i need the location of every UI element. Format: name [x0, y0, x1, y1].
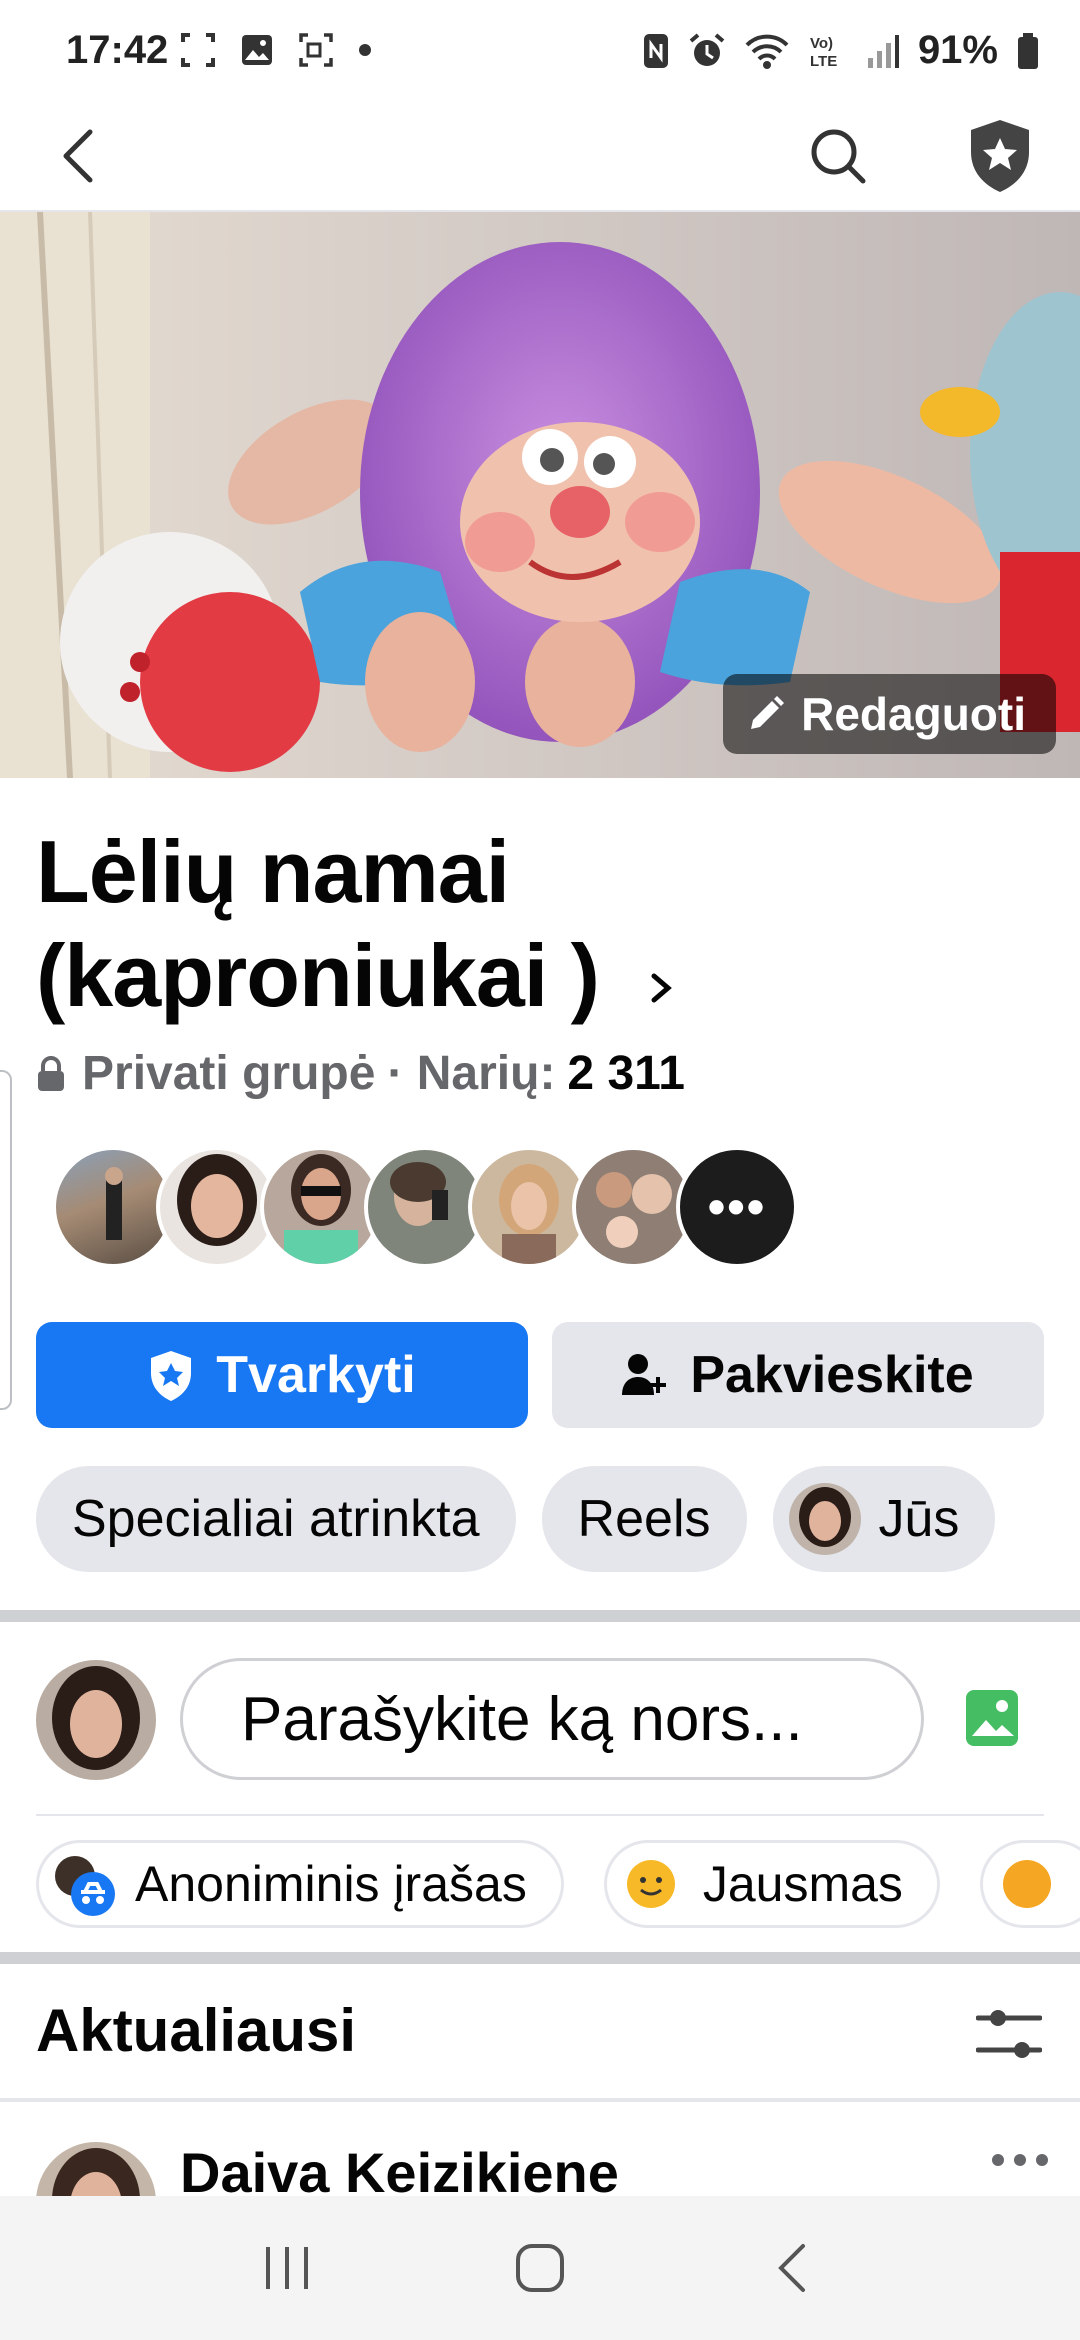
- filter-icon[interactable]: [976, 2006, 1042, 2062]
- smiley-icon: [617, 1850, 685, 1918]
- admin-shield-icon: [151, 1351, 192, 1401]
- post-composer-input[interactable]: Parašykite ką nors...: [180, 1658, 924, 1780]
- tab-label: Jūs: [878, 1490, 960, 1548]
- tab-label: Reels: [577, 1490, 711, 1548]
- avatar[interactable]: [36, 1660, 156, 1780]
- tab-you[interactable]: Jūs: [772, 1466, 996, 1572]
- wifi-icon: [745, 34, 789, 69]
- edit-cover-label: Redaguoti: [801, 688, 1026, 740]
- person-photo: [177, 1154, 257, 1246]
- admin-shield-icon: [971, 120, 1029, 192]
- more-composer-option[interactable]: [979, 1840, 1080, 1928]
- lock-icon: [38, 1055, 64, 1091]
- divider: [0, 2098, 1080, 2102]
- home-button[interactable]: [495, 2223, 585, 2313]
- alarm-icon: [689, 32, 725, 66]
- feeling-label: Jausmas: [702, 1856, 903, 1912]
- chevron-right-icon[interactable]: [646, 968, 676, 1008]
- system-navigation-bar: [0, 2196, 1080, 2340]
- recent-apps-button[interactable]: [242, 2223, 332, 2313]
- cover-photo[interactable]: Redaguoti: [0, 212, 1080, 778]
- back-icon: [778, 2244, 806, 2292]
- pencil-icon: [751, 696, 785, 729]
- gallery-icon: [242, 35, 272, 65]
- edit-cover-button[interactable]: Redaguoti: [723, 674, 1056, 754]
- status-bar: 17:42 Vo) LTE 91%: [0, 0, 1080, 100]
- composer-options: Anoniminis įrašas Jausmas: [36, 1840, 1080, 1928]
- manage-button[interactable]: Tvarkyti: [36, 1322, 528, 1428]
- signal-icon: [867, 34, 899, 68]
- person-photo: [788, 1483, 861, 1555]
- invite-button[interactable]: Pakvieskite: [552, 1322, 1044, 1428]
- members-label: · Narių:: [387, 1047, 556, 1100]
- option-icon: [993, 1850, 1061, 1918]
- manage-label: Tvarkyti: [216, 1346, 416, 1404]
- section-divider: [0, 1952, 1080, 1964]
- group-tabs: Specialiai atrinkta Reels Jūs: [36, 1466, 996, 1572]
- back-button[interactable]: [40, 118, 116, 194]
- svg-text:LTE: LTE: [810, 53, 837, 70]
- status-left-icons: [180, 32, 372, 68]
- feed-sort-title[interactable]: Aktualiausi: [36, 1996, 356, 2065]
- home-icon: [515, 2244, 564, 2292]
- dot-icon: [359, 44, 371, 56]
- section-divider: [0, 1610, 1080, 1622]
- privacy-label: Privati grupė: [82, 1047, 376, 1100]
- screenshot-icon: [181, 33, 215, 67]
- app-screen: 17:42 Vo) LTE 91% Redaguoti Lėlių namai …: [0, 0, 1080, 2340]
- group-meta[interactable]: Privati grupė · Narių: 2 311: [36, 1046, 685, 1101]
- more-options-icon[interactable]: [990, 2150, 1050, 2170]
- tab-reels[interactable]: Reels: [541, 1466, 747, 1572]
- divider: [36, 1814, 1044, 1816]
- group-actions: Tvarkyti Pakvieskite: [36, 1322, 1044, 1428]
- member-avatars[interactable]: •••: [52, 1146, 798, 1268]
- search-button[interactable]: [800, 118, 876, 194]
- person-photo: [105, 1167, 123, 1240]
- svg-text:Vo): Vo): [810, 35, 833, 52]
- battery-percent: 91%: [917, 28, 998, 72]
- nfc-icon: [643, 33, 668, 68]
- screen-record-icon: [299, 33, 333, 67]
- more-members-button[interactable]: •••: [676, 1146, 798, 1268]
- volte-icon: Vo)LTE: [810, 35, 837, 70]
- tab-label: Specialiai atrinkta: [72, 1490, 480, 1548]
- person-photo: [284, 1154, 358, 1264]
- nav-back-button[interactable]: [748, 2223, 838, 2313]
- avatar: [788, 1483, 861, 1555]
- invite-label: Pakvieskite: [690, 1346, 974, 1404]
- person-photo: [499, 1164, 559, 1264]
- photo-icon[interactable]: [964, 1688, 1020, 1748]
- anonymous-label: Anoniminis įrašas: [135, 1856, 527, 1912]
- person-photo: [390, 1162, 448, 1226]
- admin-tools-button[interactable]: [962, 116, 1038, 196]
- back-arrow-icon: [63, 129, 93, 183]
- tab-featured[interactable]: Specialiai atrinkta: [36, 1466, 516, 1572]
- status-time: 17:42: [66, 28, 169, 72]
- feeling-button[interactable]: Jausmas: [603, 1840, 940, 1928]
- members-count: 2 311: [567, 1047, 685, 1100]
- anonymous-icon: [49, 1850, 117, 1918]
- status-right-icons: Vo) LTE 91%: [642, 28, 1040, 73]
- add-person-icon: [622, 1354, 667, 1395]
- anonymous-post-button[interactable]: Anoniminis įrašas: [36, 1840, 564, 1928]
- group-header: [0, 100, 1080, 212]
- composer-placeholder: Parašykite ką nors...: [241, 1684, 803, 1754]
- recent-apps-icon: [265, 2247, 308, 2289]
- more-members-label: •••: [707, 1179, 767, 1235]
- battery-icon: [1018, 32, 1038, 69]
- person-photo: [596, 1172, 672, 1248]
- search-icon: [811, 129, 866, 184]
- person-photo: [36, 1660, 156, 1780]
- edge-card: [0, 1070, 12, 1410]
